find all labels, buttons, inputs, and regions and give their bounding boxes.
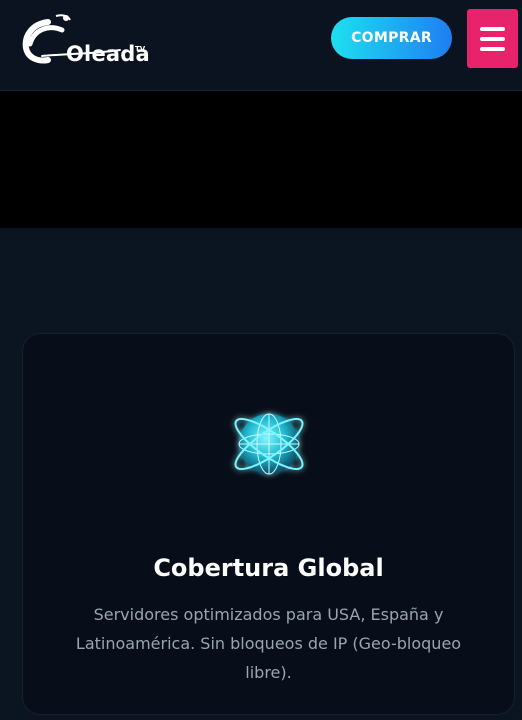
logo-badge: TV [135, 45, 146, 53]
feature-description: Servidores optimizados para USA, España … [75, 605, 462, 682]
hamburger-icon-line [480, 46, 505, 51]
hero-banner [0, 91, 522, 228]
menu-button[interactable] [467, 9, 518, 68]
top-bar: Oleada TV COMPRAR [0, 0, 522, 91]
feature-card: Cobertura Global Servidores optimizados … [22, 333, 515, 715]
buy-button[interactable]: COMPRAR [331, 17, 452, 59]
hamburger-icon-line [480, 36, 505, 41]
feature-title: Cobertura Global [153, 553, 384, 582]
hamburger-icon [480, 26, 505, 31]
globe-icon [234, 413, 304, 475]
oleada-tv-logo[interactable]: Oleada TV [22, 14, 150, 66]
